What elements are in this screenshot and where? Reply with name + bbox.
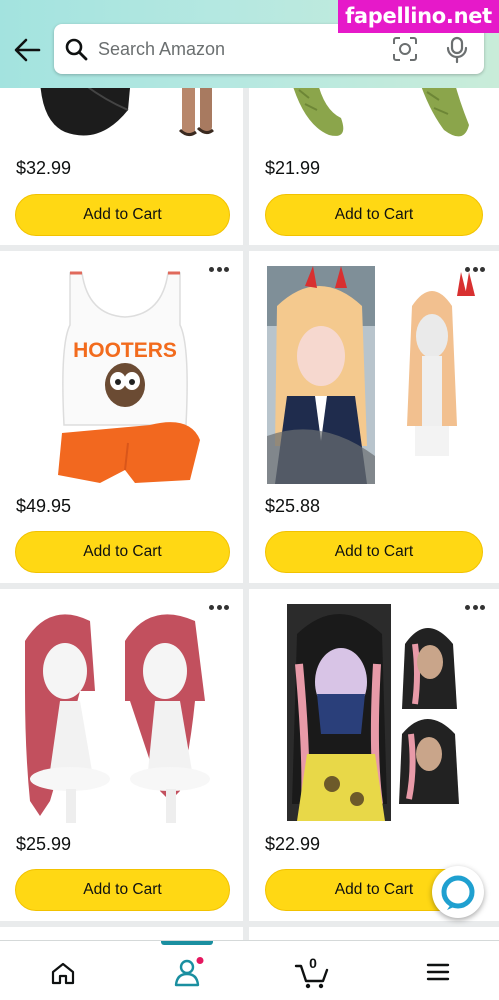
home-icon [51, 962, 75, 985]
product-image[interactable] [20, 601, 220, 823]
price: $25.99 [16, 834, 72, 854]
watermark: fapellino.net [338, 0, 499, 33]
add-to-cart-button[interactable]: Add to Cart [15, 869, 230, 911]
add-to-cart-button[interactable]: Add to Cart [265, 531, 483, 573]
price: $25.88 [265, 496, 321, 516]
price: $21.99 [265, 158, 321, 178]
cart-icon [294, 964, 329, 989]
nav-account[interactable] [142, 941, 232, 1000]
product-card [249, 927, 499, 940]
alexa-button[interactable] [432, 866, 484, 918]
search-icon[interactable] [64, 37, 88, 61]
search-input[interactable] [98, 32, 378, 66]
hooters-logo-text: HOOTERS [73, 339, 177, 362]
nav-cart[interactable]: 0 [268, 941, 358, 1000]
nav-menu[interactable] [391, 941, 481, 1000]
product-card[interactable]: HOOTERS $49.95 Add to Cart [0, 251, 243, 583]
camera-scan-icon[interactable] [392, 36, 418, 62]
more-options-icon[interactable] [209, 259, 237, 273]
product-image[interactable] [267, 266, 477, 484]
price: $22.99 [265, 834, 321, 854]
add-to-cart-button[interactable]: Add to Cart [15, 531, 230, 573]
product-card [0, 927, 243, 940]
add-to-cart-button[interactable]: Add to Cart [265, 194, 483, 236]
account-icon [174, 957, 204, 987]
menu-icon [426, 963, 450, 981]
add-to-cart-button[interactable]: Add to Cart [15, 194, 230, 236]
microphone-icon[interactable] [446, 36, 468, 64]
nav-home[interactable] [17, 941, 107, 1000]
product-image[interactable]: HOOTERS [40, 265, 210, 485]
product-image[interactable] [287, 604, 463, 821]
back-arrow-icon[interactable] [12, 36, 42, 64]
price: $32.99 [16, 158, 72, 178]
more-options-icon[interactable] [465, 597, 493, 611]
alexa-icon [441, 875, 475, 910]
bottom-navigation: 0 [0, 940, 499, 1000]
price: $49.95 [16, 496, 72, 516]
product-card[interactable]: $25.88 Add to Cart [249, 251, 499, 583]
product-card[interactable]: $25.99 Add to Cart [0, 589, 243, 921]
